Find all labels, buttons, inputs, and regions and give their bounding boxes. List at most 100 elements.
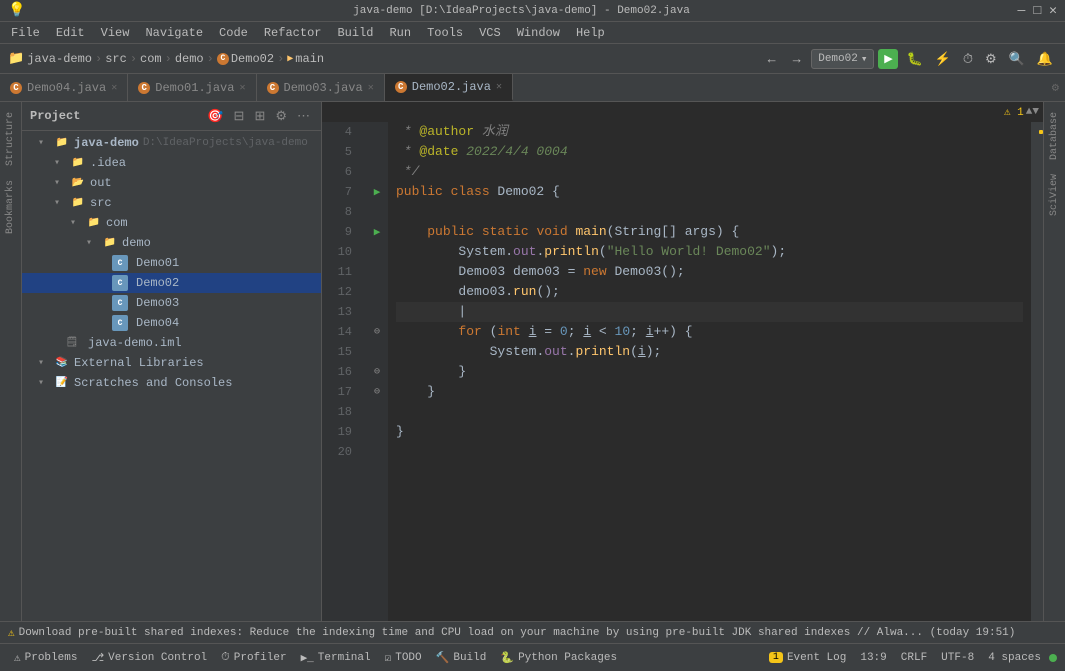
gutter-11 [366, 262, 388, 282]
breadcrumb-demo[interactable]: demo [175, 52, 204, 66]
menu-run[interactable]: Run [382, 24, 418, 42]
debug-button[interactable]: 🐛 [902, 49, 926, 69]
coverage-button[interactable]: ⚡ [931, 49, 955, 69]
tree-item-demo02[interactable]: C Demo02 [22, 273, 321, 293]
warning-nav-down[interactable]: ▼ [1032, 106, 1039, 118]
tree-item-demo[interactable]: ▾ 📁 demo [22, 233, 321, 253]
tree-item-demo01[interactable]: C Demo01 [22, 253, 321, 273]
fold-gutter-icon-17[interactable]: ⊖ [374, 386, 380, 398]
run-gutter-icon-7[interactable]: ▶ [374, 185, 381, 199]
line-ending-button[interactable]: CRLF [895, 652, 933, 664]
event-log-label: Event Log [787, 652, 846, 664]
maximize-button[interactable]: □ [1033, 3, 1041, 18]
sidebar-expand-button[interactable]: ⊞ [251, 107, 268, 125]
build-button[interactable]: 🔨 Build [430, 651, 493, 665]
run-gutter-icon-9[interactable]: ▶ [374, 225, 381, 239]
vtab-sciview[interactable]: SciView [1047, 168, 1062, 222]
back-button[interactable]: ← [761, 49, 782, 68]
menu-vcs[interactable]: VCS [472, 24, 508, 42]
tree-item-com[interactable]: ▾ 📁 com [22, 213, 321, 233]
tab-demo01-close[interactable]: ✕ [239, 82, 245, 94]
tab-demo03-close[interactable]: ✕ [368, 82, 374, 94]
problems-button[interactable]: ⚠ Problems [8, 651, 83, 665]
profile-button[interactable]: ⏱ [959, 49, 977, 69]
fold-gutter-icon-16[interactable]: ⊖ [374, 366, 380, 378]
token: ( [607, 222, 615, 242]
menu-help[interactable]: Help [569, 24, 612, 42]
breadcrumb-src[interactable]: src [105, 52, 127, 66]
tree-label-src: src [90, 196, 112, 210]
line-number-6: 6 [322, 162, 358, 182]
cursor-position[interactable]: 13:9 [854, 652, 892, 664]
vtab-database[interactable]: Database [1047, 106, 1062, 166]
notification-button[interactable]: 🔔 [1033, 49, 1057, 69]
tree-item-out[interactable]: ▾ 📂 out [22, 173, 321, 193]
breadcrumb-method[interactable]: main [295, 52, 324, 66]
app-logo-icon: 💡 [8, 2, 25, 19]
tree-item-scratch[interactable]: ▾ 📝 Scratches and Consoles [22, 373, 321, 393]
tree-item-root[interactable]: ▾ 📁 java-demo D:\IdeaProjects\java-demo [22, 133, 321, 153]
menu-build[interactable]: Build [330, 24, 380, 42]
menu-refactor[interactable]: Refactor [257, 24, 329, 42]
menu-edit[interactable]: Edit [49, 24, 92, 42]
sidebar-collapse-button[interactable]: ⊟ [231, 107, 248, 125]
menu-window[interactable]: Window [510, 24, 567, 42]
encoding-label: UTF-8 [941, 652, 974, 664]
fold-gutter-icon-14[interactable]: ⊖ [374, 326, 380, 338]
vtab-structure[interactable]: Structure [3, 106, 18, 172]
run-button[interactable]: ▶ [878, 49, 898, 69]
warning-count-badge[interactable]: ⚠ 1 [1004, 105, 1024, 119]
token: println [575, 342, 630, 362]
code-area[interactable]: * @author 水润 * @date 2022/4/4 0004 */pub… [388, 122, 1031, 621]
menu-code[interactable]: Code [212, 24, 255, 42]
token [396, 302, 458, 322]
python-packages-button[interactable]: 🐍 Python Packages [494, 651, 623, 665]
breadcrumb-com[interactable]: com [140, 52, 162, 66]
tab-demo03[interactable]: C Demo03.java ✕ [257, 74, 385, 101]
line-number-19: 19 [322, 422, 358, 442]
version-control-button[interactable]: ⎇ Version Control [85, 651, 213, 665]
tree-item-iml[interactable]: 🗒 java-demo.iml [22, 333, 321, 353]
vtab-bookmarks[interactable]: Bookmarks [3, 174, 18, 240]
project-sidebar: Project 🎯 ⊟ ⊞ ⚙ ⋯ ▾ 📁 java-demo D:\IdeaP… [22, 102, 322, 621]
profiler-button[interactable]: ⏱ Profiler [215, 652, 292, 664]
right-scrollbar[interactable] [1031, 122, 1043, 621]
tab-demo04-close[interactable]: ✕ [111, 82, 117, 94]
sidebar-settings-button[interactable]: ⚙ [272, 107, 290, 125]
com-folder-icon: 📁 [86, 215, 102, 231]
terminal-button[interactable]: ▶_ Terminal [295, 651, 377, 665]
breadcrumb-project[interactable]: java-demo [27, 52, 92, 66]
tab-demo02-close[interactable]: ✕ [496, 81, 502, 93]
menu-file[interactable]: File [4, 24, 47, 42]
warning-nav-up[interactable]: ▲ [1026, 106, 1033, 118]
forward-button[interactable]: → [786, 49, 807, 68]
demo-folder-icon: 📁 [102, 235, 118, 251]
gutter-7: ▶ [366, 182, 388, 202]
run-config-dropdown[interactable]: Demo02 ▾ [811, 49, 874, 69]
tree-item-demo03[interactable]: C Demo03 [22, 293, 321, 313]
menu-view[interactable]: View [94, 24, 137, 42]
gutter-4 [366, 122, 388, 142]
settings-button[interactable]: ⚙ [981, 49, 1001, 69]
tree-item-extlib[interactable]: ▾ 📚 External Libraries [22, 353, 321, 373]
indent-button[interactable]: 4 spaces [982, 652, 1047, 664]
breadcrumb-file[interactable]: Demo02 [231, 52, 274, 66]
encoding-button[interactable]: UTF-8 [935, 652, 980, 664]
search-button[interactable]: 🔍 [1005, 49, 1029, 69]
sidebar-more-button[interactable]: ⋯ [294, 107, 313, 125]
close-button[interactable]: ✕ [1049, 3, 1057, 18]
sidebar-locate-button[interactable]: 🎯 [204, 107, 226, 125]
todo-button[interactable]: ☑ TODO [379, 651, 428, 665]
event-log-button[interactable]: 1 Event Log [763, 652, 852, 664]
tabs-gear-button[interactable]: ⚙ [1046, 74, 1065, 101]
minimize-button[interactable]: — [1018, 3, 1026, 18]
tab-demo01[interactable]: C Demo01.java ✕ [128, 74, 256, 101]
tab-demo02[interactable]: C Demo02.java ✕ [385, 74, 513, 101]
status-dot [1049, 654, 1057, 662]
tree-item-demo04[interactable]: C Demo04 [22, 313, 321, 333]
tab-demo04[interactable]: C Demo04.java ✕ [0, 74, 128, 101]
tree-item-idea[interactable]: ▾ 📁 .idea [22, 153, 321, 173]
menu-tools[interactable]: Tools [420, 24, 470, 42]
tree-item-src[interactable]: ▾ 📁 src [22, 193, 321, 213]
menu-navigate[interactable]: Navigate [138, 24, 210, 42]
